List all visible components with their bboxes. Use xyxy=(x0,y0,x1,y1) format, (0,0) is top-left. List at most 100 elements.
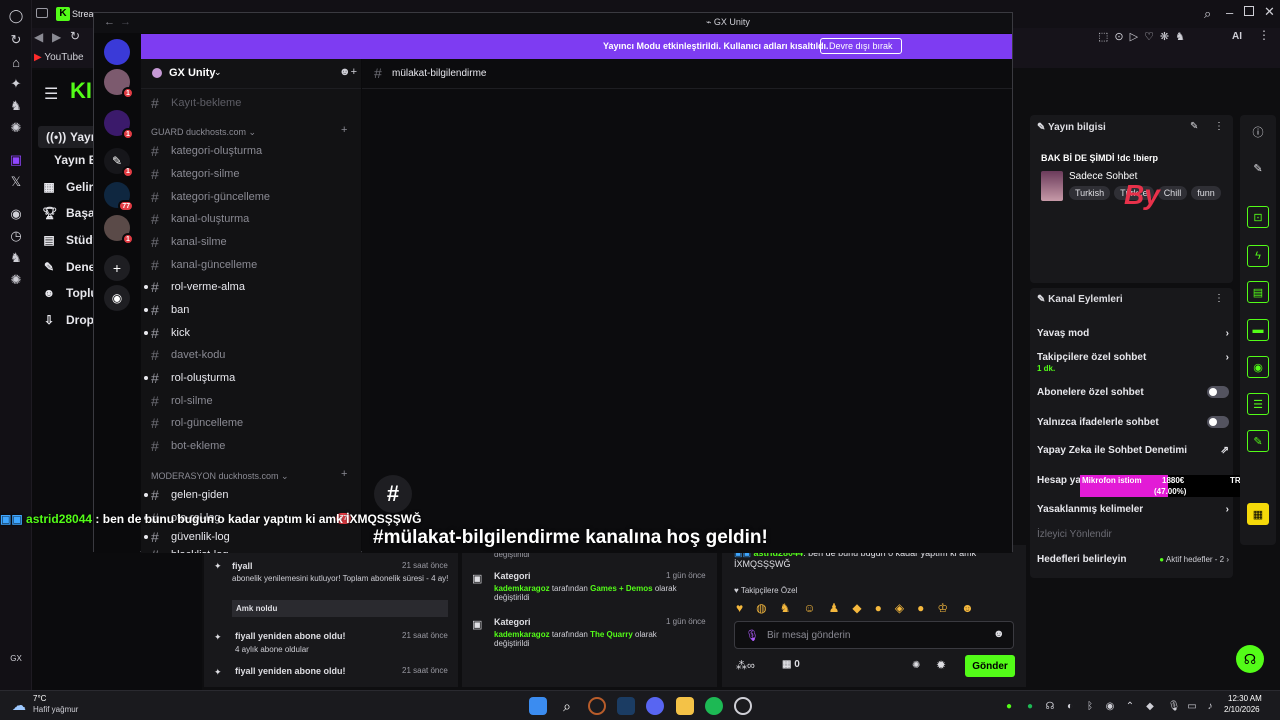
kick-logo[interactable]: KI xyxy=(70,78,92,104)
obs-icon[interactable] xyxy=(734,697,752,715)
channel-item[interactable]: # kategori-oluşturma xyxy=(151,143,262,159)
disable-streamer-mode-button[interactable]: Devre dışı bırak xyxy=(820,38,902,54)
category-moderasyon[interactable]: MODERASYON duckhosts.com ⌄ xyxy=(151,471,289,482)
chat-bubble-icon[interactable]: ▬ xyxy=(1247,319,1269,341)
channel-item[interactable]: # ban xyxy=(144,302,189,318)
emote-only-toggle[interactable] xyxy=(1207,416,1229,428)
channel-item[interactable]: # güvenlik-log xyxy=(144,529,230,545)
tray-icon[interactable]: ● xyxy=(1003,700,1015,712)
microphone-tray-icon[interactable]: 🎙︎ xyxy=(1168,700,1181,712)
toolbar-more-icons[interactable]: ⋮⋮ xyxy=(1258,28,1280,42)
banned-words-row[interactable]: Yasaklanmış kelimeler › xyxy=(1037,504,1229,515)
channel-item[interactable]: # rol-verme-alma xyxy=(144,279,245,295)
volume-icon[interactable]: ♪ xyxy=(1204,700,1216,712)
tray-chevron-icon[interactable]: ⌃ xyxy=(1124,700,1136,712)
tray-app-icon[interactable]: ◆ xyxy=(1144,700,1156,712)
ai-button[interactable]: AI xyxy=(1232,31,1242,42)
reload-page-icon[interactable]: ↻ xyxy=(70,29,80,43)
discord-app-icon[interactable] xyxy=(646,697,664,715)
search-icon[interactable]: ⌕ xyxy=(1204,6,1211,22)
add-channel-icon[interactable]: + xyxy=(341,124,347,136)
emote-bar[interactable]: ♥◍♞☺♟◆●◈●♔☻ xyxy=(736,601,987,615)
emoji-icon[interactable]: ☻ xyxy=(993,628,1005,640)
menu-icon[interactable]: ☰ xyxy=(44,84,58,104)
channel-item[interactable]: # davet-kodu xyxy=(151,347,225,363)
screenshot-icon[interactable]: ⊡ xyxy=(1247,206,1269,228)
broadcast-icon[interactable]: ◉ xyxy=(1247,356,1269,378)
add-server-icon[interactable]: + xyxy=(104,255,130,281)
extension-icon[interactable]: ♞ xyxy=(6,248,26,268)
spotify-app-icon[interactable] xyxy=(705,697,723,715)
server-header[interactable]: GX Unity ⌄ ☻+ xyxy=(141,59,361,89)
set-goals-row[interactable]: Hedefleri belirleyin ● Aktif hedefler - … xyxy=(1037,554,1229,565)
info-icon[interactable]: ⓘ xyxy=(1247,121,1269,143)
tray-bluetooth-icon[interactable]: ᛒ xyxy=(1084,700,1096,712)
settings-icon[interactable]: ✺ xyxy=(912,660,920,671)
sidebar-item-drops[interactable]: ⇩ Dropl xyxy=(42,313,97,327)
points-icon[interactable]: ⁂∞ xyxy=(736,659,755,672)
bookmark-youtube[interactable]: ▶ YouTube xyxy=(34,52,84,63)
subscribers-only-row[interactable]: Abonelere özel sohbet xyxy=(1037,386,1229,398)
channel-item[interactable]: # kanal-oluşturma xyxy=(151,211,249,227)
home-icon[interactable]: ⌂ xyxy=(6,52,26,72)
forward-arrow-icon[interactable]: → xyxy=(120,16,131,28)
opera-gx-app-icon[interactable] xyxy=(588,697,606,715)
gx-control-icon[interactable]: ✦ xyxy=(6,74,26,94)
channel-item[interactable]: # kategori-silme xyxy=(151,166,239,182)
server-icon[interactable]: 77 xyxy=(104,182,134,212)
channel-item[interactable]: # kategori-güncelleme xyxy=(151,189,270,205)
add-member-icon[interactable]: ☻+ xyxy=(339,66,357,78)
spotify-icon[interactable]: ◉ xyxy=(6,204,26,224)
settings-gear-icon[interactable]: ✺ xyxy=(6,270,26,290)
start-icon[interactable] xyxy=(529,697,547,715)
slow-mode-row[interactable]: Yavaş mod › xyxy=(1037,328,1229,339)
layout-icon[interactable]: ☰ xyxy=(1247,393,1269,415)
channel-item[interactable]: # rol-silme xyxy=(151,393,213,409)
server-icon[interactable] xyxy=(104,39,130,65)
channel-item[interactable]: # kick xyxy=(144,325,190,341)
settings-icon[interactable]: ✺ xyxy=(6,118,26,138)
sidebar-item-stream-info[interactable]: Yayın B xyxy=(54,153,97,167)
channel-item[interactable]: # rol-güncelleme xyxy=(151,415,243,431)
channel-item[interactable]: # kanal-güncelleme xyxy=(151,257,257,273)
bot-icon[interactable]: ✹ xyxy=(936,658,946,672)
server-icon[interactable]: 1 xyxy=(104,110,134,140)
back-icon[interactable]: ◀ xyxy=(34,30,43,44)
channel-item[interactable]: # rol-oluşturma xyxy=(144,370,235,386)
maximize-icon[interactable] xyxy=(1244,6,1254,16)
sidebar-item-moderation[interactable]: ✎ Denet xyxy=(42,260,99,274)
edit-icon[interactable]: ✎ xyxy=(1190,121,1198,132)
wrench-tool-icon[interactable]: ✎ xyxy=(1247,430,1269,452)
channel-item[interactable]: # bot-ekleme xyxy=(151,438,225,454)
pencil-icon[interactable]: ✎ xyxy=(1247,157,1269,179)
tab-title[interactable]: Strea xyxy=(72,9,94,19)
tab-overview-icon[interactable] xyxy=(36,8,48,18)
opera-gx-logo-icon[interactable]: ◯ xyxy=(6,6,26,26)
send-button[interactable]: Gönder xyxy=(965,655,1015,677)
support-headset-icon[interactable]: ☊ xyxy=(1236,645,1264,673)
server-icon[interactable]: ✎ 1 xyxy=(104,148,134,178)
reload-icon[interactable]: ↻ xyxy=(6,30,26,50)
more-icon[interactable]: ⋮ xyxy=(1214,293,1224,304)
gift-points[interactable]: ▦ 0 xyxy=(782,659,800,670)
sidebar-item-studio[interactable]: ▤ Stüdy xyxy=(42,233,99,247)
forward-icon[interactable]: ▶ xyxy=(52,30,61,44)
tray-steam-icon[interactable]: ◐ xyxy=(1064,700,1076,712)
category-guard[interactable]: GUARD duckhosts.com ⌄ xyxy=(151,127,256,138)
channel-item[interactable]: # kanal-silme xyxy=(151,234,227,250)
network-icon[interactable]: ▭ xyxy=(1186,700,1198,712)
sidebar-item-achievements[interactable]: 🏆︎ Başar xyxy=(42,206,99,220)
chat-input[interactable]: 🎙︎ Bir mesaj gönderin ☻ xyxy=(734,621,1014,649)
back-arrow-icon[interactable]: ← xyxy=(104,16,115,28)
toolbar-extension-icons[interactable]: ⬚⊙▷♡❋♞ xyxy=(1098,30,1191,43)
microphone-icon[interactable]: 🎙︎ xyxy=(745,629,759,642)
close-icon[interactable]: ✕ xyxy=(1264,4,1275,20)
minimize-icon[interactable]: – xyxy=(1226,5,1233,20)
server-icon[interactable]: 1 xyxy=(104,69,134,99)
file-explorer-icon[interactable] xyxy=(676,697,694,715)
tray-discord-icon[interactable]: ◉ xyxy=(1104,700,1116,712)
flash-icon[interactable]: ϟ xyxy=(1247,245,1269,267)
ai-moderation-row[interactable]: Yapay Zeka ile Sohbet Denetimi ⇗ xyxy=(1037,445,1229,456)
server-icon[interactable]: 1 xyxy=(104,215,134,245)
channel-item[interactable]: # gelen-giden xyxy=(144,487,229,503)
